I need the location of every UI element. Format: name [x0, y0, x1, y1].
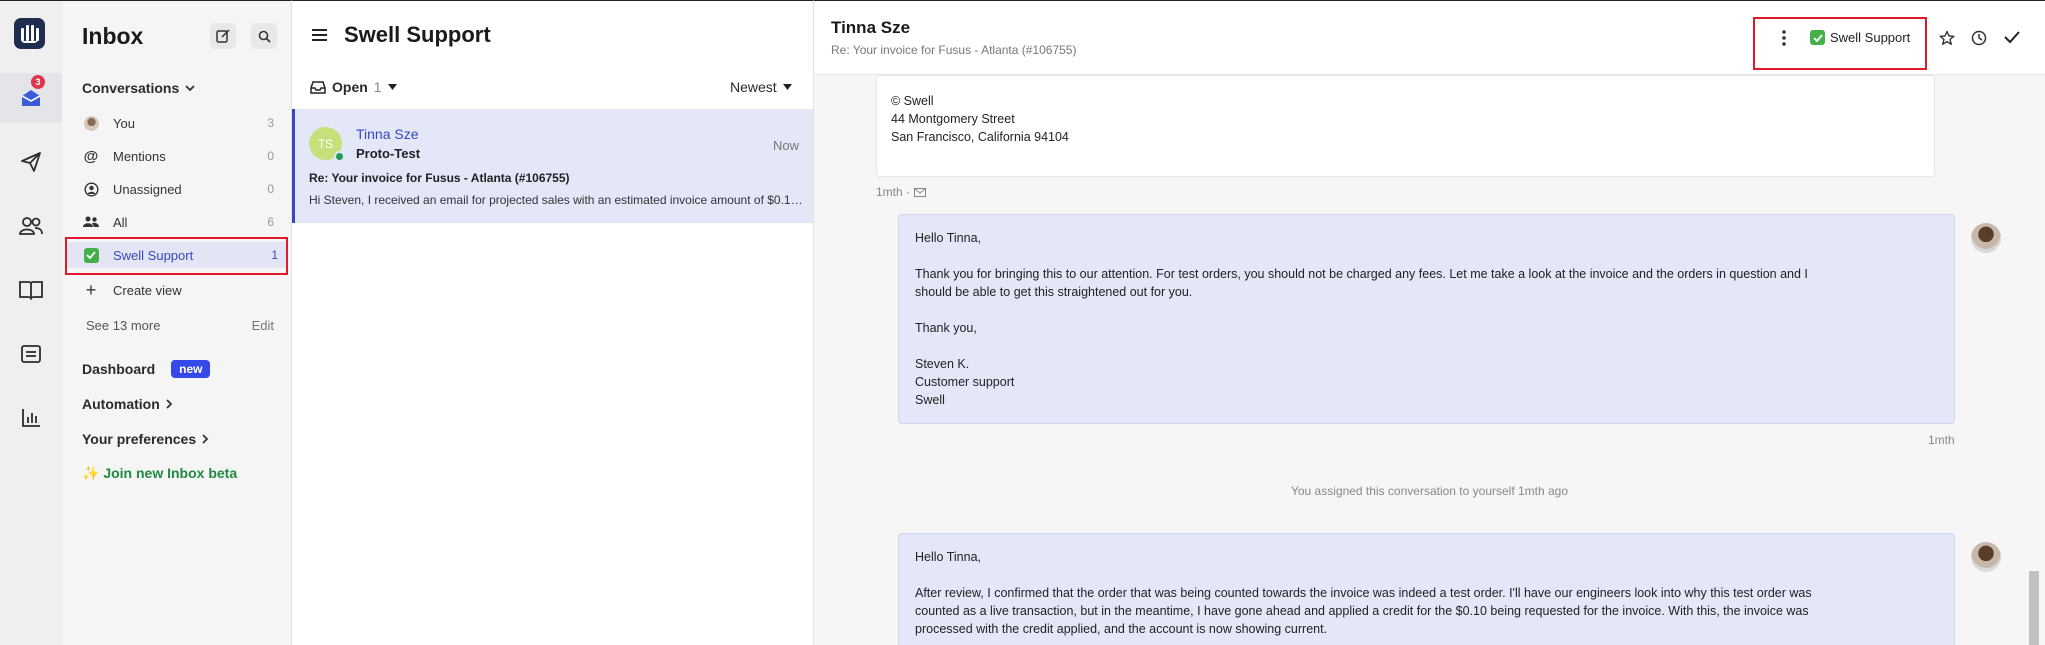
scrollbar[interactable] — [2029, 81, 2039, 645]
chevron-down-icon — [185, 84, 195, 91]
search-button[interactable] — [251, 23, 277, 49]
avatar — [1971, 223, 2001, 253]
sidebar-item-mentions[interactable]: @ Mentions 0 — [82, 143, 282, 169]
conversation-subject: Re: Your invoice for Fusus - Atlanta (#1… — [309, 171, 570, 185]
online-status-dot — [334, 151, 345, 162]
inbox-unread-badge: 3 — [31, 75, 45, 89]
conversation-preview: Hi Steven, I received an email for proje… — [309, 193, 806, 207]
company-name: Proto-Test — [356, 146, 421, 161]
star-icon[interactable] — [1939, 30, 1955, 46]
conversation-subject: Re: Your invoice for Fusus - Atlanta (#1… — [831, 43, 1077, 57]
intercom-logo-icon[interactable] — [14, 18, 45, 49]
contacts-icon[interactable] — [0, 201, 62, 251]
sidebar-item-all[interactable]: All 6 — [82, 209, 282, 235]
caret-down-icon — [782, 84, 792, 90]
team-icon — [82, 216, 100, 228]
message-line: should be able to get this straightened … — [915, 285, 1193, 299]
message-line: Hello Tinna, — [915, 550, 982, 564]
system-note: You assigned this conversation to yourse… — [1290, 484, 1569, 498]
conversation-header: Tinna Sze Re: Your invoice for Fusus - A… — [814, 1, 2045, 75]
message-line: Hello Tinna, — [915, 231, 982, 245]
plus-icon: + — [85, 279, 97, 300]
message-time: 1mth — [1928, 433, 1955, 447]
contact-name: Tinna Sze — [356, 126, 419, 142]
preferences-link[interactable]: Your preferences — [82, 431, 209, 447]
message-line: Swell — [915, 393, 945, 407]
caret-down-icon — [387, 84, 397, 90]
list-title: Swell Support — [344, 22, 491, 47]
message-line: Customer support — [915, 375, 1015, 389]
edit-link[interactable]: Edit — [252, 318, 274, 333]
message-line: Steven K. — [915, 357, 970, 371]
sidebar-title: Inbox — [82, 23, 144, 49]
search-icon — [258, 30, 271, 43]
compose-button[interactable] — [210, 23, 236, 49]
book-icon[interactable] — [0, 265, 62, 315]
join-beta-link[interactable]: ✨ Join new Inbox beta — [82, 465, 237, 482]
inbox-sidebar: Inbox Conversations You 3 @ Mentions 0 U… — [62, 0, 291, 645]
footer-line: 44 Montgomery Street — [891, 112, 1015, 126]
highlight-box — [65, 237, 288, 275]
sidebar-item-you[interactable]: You 3 — [82, 110, 282, 136]
at-icon: @ — [83, 147, 99, 165]
conversation-view: Tinna Sze Re: Your invoice for Fusus - A… — [814, 0, 2045, 645]
app-rail: 3 — [0, 0, 62, 645]
chart-icon[interactable] — [0, 393, 62, 443]
close-conversation-check-icon[interactable] — [2004, 30, 2020, 44]
message-line: Thank you for bringing this to our atten… — [915, 267, 1808, 281]
message-line: counted as a live transaction, but in th… — [915, 604, 1809, 618]
see-more-link[interactable]: See 13 more Edit — [86, 312, 286, 338]
user-circle-icon — [82, 181, 100, 197]
contact-name-title[interactable]: Tinna Sze — [831, 18, 910, 38]
highlight-box — [1753, 17, 1927, 70]
conversations-heading[interactable]: Conversations — [82, 80, 195, 96]
create-view-button[interactable]: + Create view — [82, 277, 282, 303]
sidebar-item-unassigned[interactable]: Unassigned 0 — [82, 176, 282, 202]
snooze-clock-icon[interactable] — [1971, 30, 1987, 46]
footer-line: © Swell — [891, 94, 934, 108]
sort-dropdown[interactable]: Newest — [730, 79, 792, 95]
footer-line: San Francisco, California 94104 — [891, 130, 1069, 144]
send-icon[interactable] — [0, 137, 62, 187]
status-filter-dropdown[interactable]: Open 1 — [310, 79, 397, 95]
agent-message: Hello Tinna, Thank you for bringing this… — [898, 214, 1955, 424]
new-badge: new — [171, 360, 211, 378]
scrollbar-thumb[interactable] — [2029, 571, 2039, 645]
reports-icon[interactable] — [0, 329, 62, 379]
chevron-right-icon — [166, 399, 173, 409]
inbox-tray-icon — [310, 80, 326, 94]
avatar — [83, 115, 99, 131]
automation-link[interactable]: Automation — [82, 396, 173, 412]
email-icon — [914, 187, 927, 197]
message-line: Thank you, — [915, 321, 977, 335]
dashboard-link[interactable]: Dashboard new — [82, 360, 211, 378]
conversation-item[interactable]: TS Tinna Sze Proto-Test Now Re: Your inv… — [292, 109, 813, 223]
avatar — [1971, 542, 2001, 572]
message-meta: 1mth · — [876, 185, 927, 199]
message-line: processed with the credit applied, and t… — [915, 622, 1328, 636]
email-footer-card: © Swell 44 Montgomery Street San Francis… — [876, 75, 1935, 177]
conversation-list: Swell Support Open 1 Newest TS Tinna Sze… — [291, 0, 814, 645]
chevron-right-icon — [202, 434, 209, 444]
menu-icon[interactable] — [312, 29, 327, 41]
compose-icon — [216, 29, 230, 43]
conversation-time: Now — [772, 138, 799, 153]
agent-message: Hello Tinna, After review, I confirmed t… — [898, 533, 1955, 645]
message-line: After review, I confirmed that the order… — [915, 586, 1812, 600]
